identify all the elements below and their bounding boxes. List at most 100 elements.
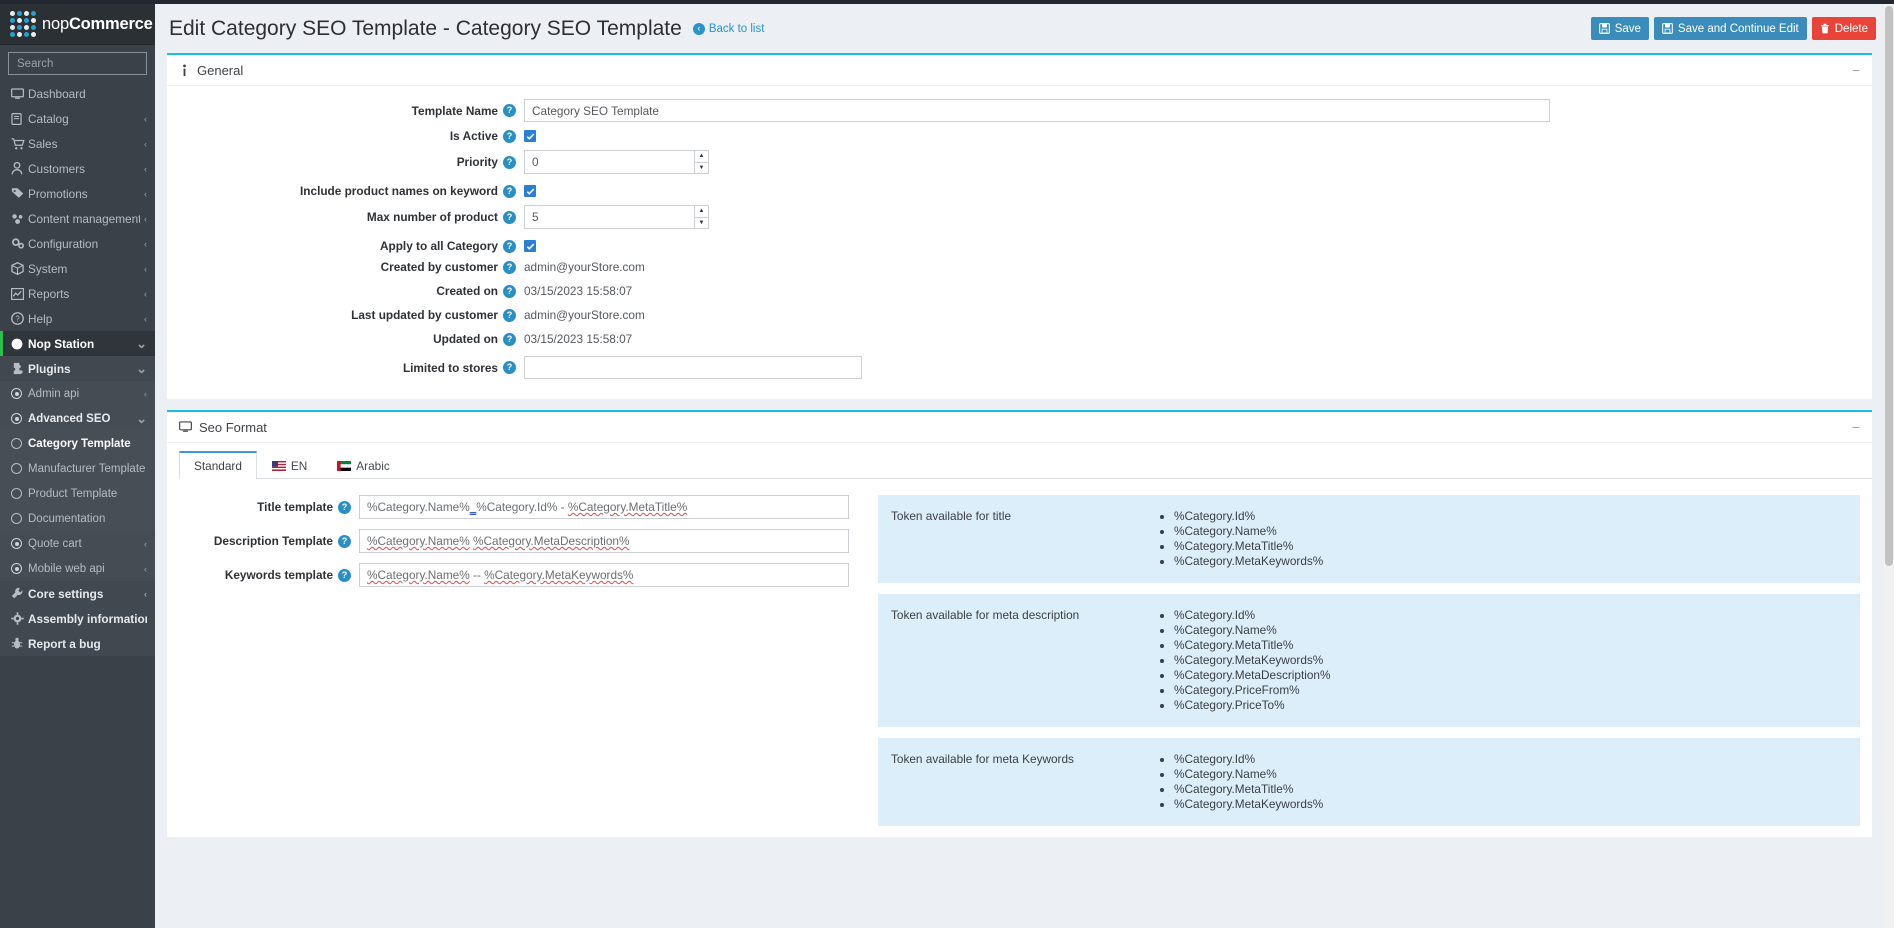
chevron-down-icon[interactable]: ⌄	[136, 411, 147, 427]
template-name-input[interactable]	[524, 99, 1550, 122]
brand-logo[interactable]: nopCommerce	[0, 4, 155, 45]
chevron-left-icon[interactable]: ‹	[144, 139, 147, 149]
sidebar-item-advanced-seo[interactable]: Advanced SEO ⌄	[0, 406, 155, 431]
priority-increment-button[interactable]: ▲	[694, 150, 709, 162]
max-number-of-product-stepper[interactable]: ▲ ▼	[524, 205, 709, 229]
sidebar-item-system[interactable]: System ‹	[0, 256, 155, 281]
keywords-template-input[interactable]: %Category.Name% -- %Category.MetaKeyword…	[359, 563, 849, 587]
help-icon[interactable]: ?	[503, 184, 516, 198]
sidebar-item-sales[interactable]: Sales ‹	[0, 131, 155, 156]
template-token: %Category.Name%	[367, 500, 470, 514]
chevron-left-icon[interactable]: ‹	[144, 289, 147, 299]
include-product-names-checkbox[interactable]	[524, 185, 536, 197]
priority-input[interactable]	[524, 150, 694, 174]
sidebar-item-category-template[interactable]: Category Template	[0, 431, 155, 456]
chevron-left-icon[interactable]: ‹	[144, 189, 147, 199]
description-template-label-text: Description Template	[213, 534, 333, 548]
help-icon[interactable]: ?	[503, 155, 516, 169]
help-icon[interactable]: ?	[503, 210, 516, 224]
max-number-of-product-input[interactable]	[524, 205, 694, 229]
apply-to-all-category-checkbox[interactable]	[524, 240, 536, 252]
sidebar-item-admin-api[interactable]: Admin api ‹	[0, 381, 155, 406]
sidebar-item-help[interactable]: ? Help ‹	[0, 306, 155, 331]
description-template-input[interactable]: %Category.Name% %Category.MetaDescriptio…	[359, 529, 849, 553]
help-icon[interactable]: ?	[503, 239, 516, 253]
sidebar-item-documentation[interactable]: Documentation	[0, 506, 155, 531]
field-row-created-on: Created on ? 03/15/2023 15:58:07	[179, 284, 1860, 298]
help-icon[interactable]: ?	[503, 361, 516, 374]
chevron-left-icon[interactable]: ‹	[144, 264, 147, 274]
tab-standard[interactable]: Standard	[179, 451, 257, 479]
sidebar-item-report-a-bug[interactable]: Report a bug	[0, 631, 155, 656]
sidebar-item-dashboard[interactable]: Dashboard	[0, 81, 155, 106]
sidebar-item-promotions[interactable]: Promotions ‹	[0, 181, 155, 206]
chevron-left-icon[interactable]: ‹	[144, 214, 147, 224]
box-icon	[11, 262, 28, 275]
chevron-left-icon[interactable]: ‹	[144, 114, 147, 124]
is-active-checkbox[interactable]	[524, 130, 536, 142]
chevron-left-icon[interactable]: ‹	[144, 589, 147, 599]
back-to-list-label: Back to list	[708, 22, 765, 35]
chevron-left-icon[interactable]: ‹	[144, 564, 147, 574]
puzzle-icon	[11, 362, 28, 375]
search-input[interactable]	[15, 56, 155, 71]
tab-en[interactable]: EN	[257, 451, 322, 479]
chevron-left-icon[interactable]: ‹	[144, 314, 147, 324]
help-icon[interactable]: ?	[503, 129, 516, 143]
help-icon[interactable]: ?	[503, 332, 516, 346]
radio-dot-icon	[11, 538, 28, 549]
general-collapse-toggle[interactable]: −	[1852, 63, 1860, 77]
chevron-down-icon[interactable]: ⌄	[136, 336, 147, 352]
sidebar-item-catalog[interactable]: Catalog ‹	[0, 106, 155, 131]
seo-collapse-toggle[interactable]: −	[1852, 420, 1860, 434]
chevron-left-icon[interactable]: ‹	[144, 239, 147, 249]
sidebar-item-reports[interactable]: Reports ‹	[0, 281, 155, 306]
chevron-down-icon[interactable]: ⌄	[136, 361, 147, 377]
priority-spinner[interactable]: ▲ ▼	[694, 150, 709, 174]
tab-arabic[interactable]: Arabic	[322, 451, 404, 479]
scrollbar-thumb[interactable]	[1885, 6, 1893, 566]
sidebar-item-customers[interactable]: Customers ‹	[0, 156, 155, 181]
sidebar-item-configuration[interactable]: Configuration ‹	[0, 231, 155, 256]
save-button[interactable]: Save	[1590, 17, 1649, 40]
chevron-left-icon[interactable]: ‹	[144, 389, 147, 399]
sidebar-item-core-settings[interactable]: Core settings ‹	[0, 581, 155, 606]
sidebar-item-label: Advanced SEO	[28, 412, 111, 425]
sidebar-item-nop-station[interactable]: Nop Station ⌄	[0, 331, 155, 356]
brand-name-light: nop	[42, 14, 69, 33]
max-number-increment-button[interactable]: ▲	[694, 205, 709, 217]
help-icon[interactable]: ?	[338, 534, 351, 548]
chevron-left-icon[interactable]: ‹	[144, 539, 147, 549]
priority-stepper[interactable]: ▲ ▼	[524, 150, 709, 174]
help-icon[interactable]: ?	[338, 568, 351, 582]
title-template-input[interactable]: %Category.Name%_%Category.Id% - %Categor…	[359, 495, 849, 519]
limited-to-stores-input[interactable]	[524, 356, 862, 379]
sidebar-item-manufacturer-template[interactable]: Manufacturer Template	[0, 456, 155, 481]
sidebar-item-content-management[interactable]: Content management ‹	[0, 206, 155, 231]
sidebar-item-product-template[interactable]: Product Template	[0, 481, 155, 506]
help-icon[interactable]: ?	[503, 284, 516, 298]
page-scrollbar[interactable]	[1884, 4, 1894, 928]
help-icon[interactable]: ?	[503, 308, 516, 322]
sidebar-item-plugins[interactable]: Plugins ⌄	[0, 356, 155, 381]
help-icon[interactable]: ?	[338, 500, 351, 514]
delete-button[interactable]: Delete	[1811, 17, 1876, 40]
last-updated-by-customer-value: admin@yourStore.com	[524, 308, 645, 322]
sidebar-item-quote-cart[interactable]: Quote cart ‹	[0, 531, 155, 556]
token-list-item: %Category.Id%	[1174, 608, 1330, 623]
save-and-continue-edit-button[interactable]: Save and Continue Edit	[1653, 17, 1807, 40]
back-to-list-link[interactable]: ‹ Back to list	[692, 22, 765, 35]
template-name-label-text: Template Name	[411, 103, 498, 118]
sidebar-item-assembly-information[interactable]: Assembly information	[0, 606, 155, 631]
help-icon[interactable]: ?	[503, 104, 516, 117]
max-number-decrement-button[interactable]: ▼	[694, 216, 709, 229]
max-number-spinner[interactable]: ▲ ▼	[694, 205, 709, 229]
delete-button-label: Delete	[1834, 22, 1868, 35]
sidebar-item-mobile-web-api[interactable]: Mobile web api ‹	[0, 556, 155, 581]
token-list: %Category.Id%%Category.Name%%Category.Me…	[1138, 752, 1323, 812]
help-icon[interactable]: ?	[503, 260, 516, 274]
priority-decrement-button[interactable]: ▼	[694, 161, 709, 174]
ae-flag-icon	[337, 460, 352, 471]
field-row-max-number-of-product: Max number of product ? ▲ ▼	[179, 205, 1860, 229]
chevron-left-icon[interactable]: ‹	[144, 164, 147, 174]
